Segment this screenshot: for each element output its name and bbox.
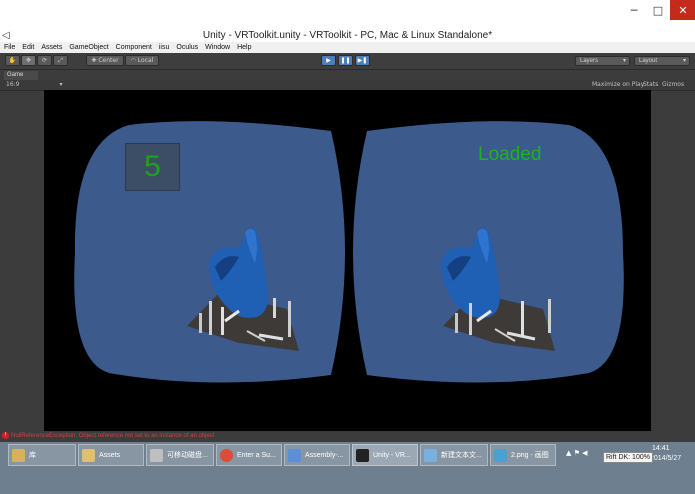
minimize-button[interactable]: ─ [622, 0, 646, 20]
aspect-dropdown-arrow-icon: ▾ [59, 81, 63, 88]
system-tray-icons[interactable]: ▲ ⚑ ◀ [566, 449, 588, 457]
menu-help[interactable]: Help [237, 44, 251, 51]
taskbar-item-removable-disk[interactable]: 可移动磁盘... [146, 444, 214, 466]
aspect-dropdown[interactable]: 16:9 ▾ [6, 81, 63, 88]
rotate-tool-icon[interactable]: ⟳ [37, 55, 52, 66]
maximize-on-play-toggle[interactable]: Maximize on Play [592, 81, 644, 88]
maximize-button[interactable]: □ [646, 0, 670, 20]
left-eye-lens [74, 121, 345, 383]
paint-icon [494, 448, 507, 462]
chrome-icon [220, 448, 233, 462]
window-controls: ─ □ ✕ [622, 0, 695, 20]
menu-file[interactable]: File [4, 44, 15, 51]
taskbar-item-paint[interactable]: 2.png - 画图 [490, 444, 556, 466]
move-tool-icon[interactable]: ✥ [21, 55, 36, 66]
counter-display: 5 [125, 143, 180, 191]
menu-window[interactable]: Window [205, 44, 230, 51]
taskbar-item-label: 可移动磁盘... [167, 452, 208, 459]
menu-oculus[interactable]: Oculus [176, 44, 198, 51]
taskbar-item-library[interactable]: 库 [8, 444, 76, 466]
clock-time[interactable]: 14:41 [652, 445, 670, 452]
taskbar-item-chrome[interactable]: Enter a Su... [216, 444, 282, 466]
close-button[interactable]: ✕ [670, 0, 695, 20]
taskbar-item-unity[interactable]: Unity - VR... [352, 444, 418, 466]
scale-tool-icon[interactable]: ⤢ [53, 55, 68, 66]
aspect-label: 16:9 [6, 81, 20, 88]
taskbar-item-assembly[interactable]: Assembly-... [284, 444, 350, 466]
hand-tool-icon[interactable]: ✋ [5, 55, 20, 66]
menu-iisu[interactable]: iisu [159, 44, 170, 51]
left-eye-view [74, 121, 345, 383]
pause-button[interactable]: ❚❚ [338, 55, 353, 66]
taskbar-item-label: Assembly-... [305, 451, 344, 459]
layout-label: Layout [639, 58, 658, 64]
error-icon: ! [2, 431, 9, 439]
menu-component[interactable]: Component [116, 44, 152, 51]
taskbar-item-assets[interactable]: Assets [78, 444, 144, 466]
space-toggle-button[interactable]: ◠ Local [125, 55, 159, 66]
loaded-status-text: Loaded [478, 144, 542, 165]
menu-edit[interactable]: Edit [22, 44, 34, 51]
taskbar-item-label: Enter a Su... [237, 451, 276, 459]
console-status-bar[interactable]: ! NullReferenceException: Object referenc… [0, 431, 695, 442]
taskbar-item-label: Unity - VR... [373, 451, 411, 459]
unity-icon [356, 448, 369, 462]
gizmos-toggle[interactable]: Gizmos [662, 81, 684, 88]
layers-dropdown-arrow-icon: ▾ [622, 58, 626, 64]
game-tab-label: Game [7, 72, 24, 78]
taskbar-item-label: 新建文本文... [441, 452, 482, 459]
pivot-toggle-button[interactable]: ✚ Center [86, 55, 124, 66]
tab-game[interactable]: Game [4, 71, 38, 80]
window-title: Unity - VRToolkit.unity - VRToolkit - PC… [202, 30, 493, 41]
taskbar-item-label: 库 [29, 452, 36, 459]
notepad-icon [424, 448, 437, 462]
taskbar-item-label: Assets [99, 451, 121, 459]
layers-label: Layers [580, 58, 599, 64]
menu-gameobject[interactable]: GameObject [69, 44, 108, 51]
menu-assets[interactable]: Assets [41, 44, 62, 51]
menu-bar: File Edit Assets GameObject Component ii… [0, 42, 695, 53]
step-button[interactable]: ▶❚ [355, 55, 370, 66]
pivot-label: Center [98, 57, 119, 64]
folder-icon [12, 448, 25, 462]
status-message: NullReferenceException: Object reference… [11, 433, 215, 439]
taskbar-item-label: 2.png - 画图 [511, 452, 549, 459]
space-icon: ◠ [130, 57, 138, 64]
layout-dropdown[interactable]: Layout ▾ [634, 56, 690, 66]
taskbar-item-notepad[interactable]: 新建文本文... [420, 444, 488, 466]
drive-icon [150, 448, 163, 462]
space-label: Local [137, 57, 154, 64]
play-button[interactable]: ▶ [321, 55, 336, 66]
stats-toggle[interactable]: Stats [643, 81, 658, 88]
clock-date[interactable]: 2014/5/27 [650, 455, 681, 462]
folder-icon [82, 448, 95, 462]
pivot-icon: ✚ [91, 57, 99, 64]
layers-dropdown[interactable]: Layers ▾ [575, 56, 630, 66]
monodevelop-icon [288, 448, 301, 462]
rift-tooltip: Rift DK: 100% [603, 452, 653, 463]
layout-dropdown-arrow-icon: ▾ [682, 58, 686, 64]
